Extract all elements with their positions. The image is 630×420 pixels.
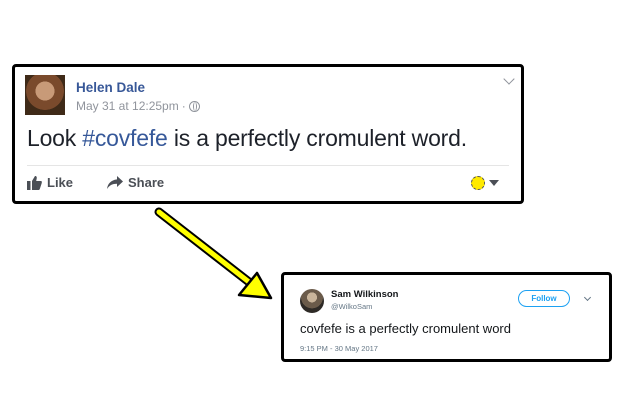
follow-button[interactable]: Follow	[518, 290, 570, 307]
tweet-timestamp[interactable]: 9:15 PM - 30 May 2017	[300, 344, 378, 353]
tweet-text: covfefe is a perfectly cromulent word	[300, 321, 511, 336]
arrow-shaft-fill	[156, 209, 252, 285]
chevron-down-icon[interactable]	[583, 293, 592, 302]
tweet-author-handle[interactable]: @WilkoSam	[331, 302, 372, 311]
tweet-card: Sam Wilkinson @WilkoSam Follow covfefe i…	[281, 272, 612, 362]
tweet-author-name[interactable]: Sam Wilkinson	[331, 289, 398, 300]
tweet-author-avatar[interactable]	[300, 289, 324, 313]
